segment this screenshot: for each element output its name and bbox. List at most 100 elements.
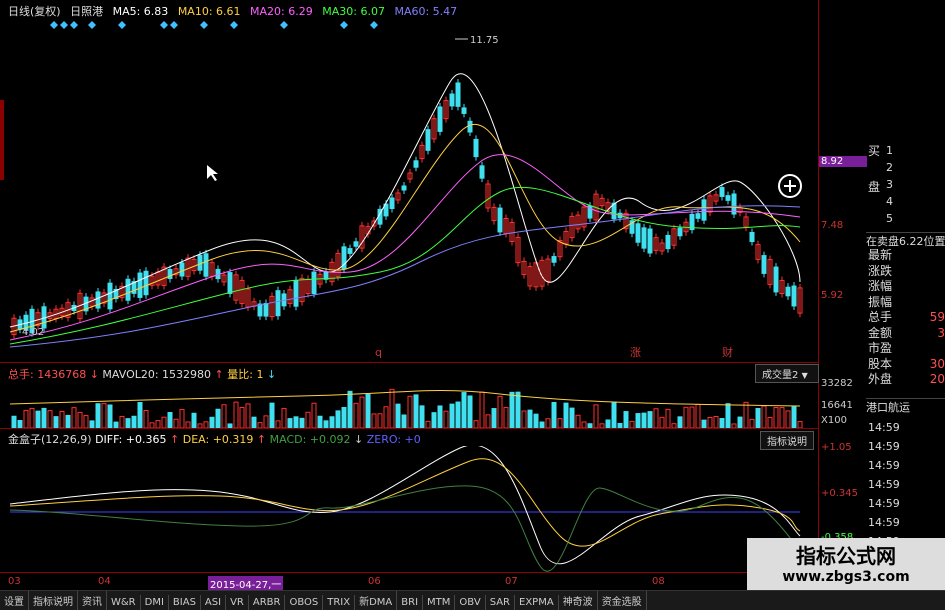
volume-bar bbox=[359, 396, 365, 428]
candle-body bbox=[293, 279, 299, 307]
macd-diff: DIFF: +0.365 bbox=[95, 433, 167, 446]
date-axis: 03 04 2015-04-27,一 06 07 08 bbox=[0, 576, 818, 591]
candle-body bbox=[179, 262, 185, 277]
indicator-tab[interactable]: 指标说明 bbox=[29, 591, 78, 610]
trade-time: 14:59 bbox=[868, 421, 900, 434]
volume-bar bbox=[593, 404, 599, 428]
volume-bar bbox=[551, 401, 557, 428]
volume-bar bbox=[227, 423, 233, 428]
volume-bar bbox=[737, 416, 743, 428]
volume-bar bbox=[443, 410, 449, 428]
volume-bar bbox=[779, 407, 785, 428]
candle-body bbox=[551, 256, 557, 263]
indicator-tab[interactable]: DMI bbox=[141, 595, 169, 610]
quote-row-label: 涨跌 bbox=[868, 263, 893, 278]
quote-row-value: 3 bbox=[937, 325, 945, 340]
volume-bar bbox=[797, 420, 803, 428]
quote-row-value: 20 bbox=[929, 372, 945, 386]
indicator-tab[interactable]: OBOS bbox=[285, 595, 324, 610]
volume-bar bbox=[293, 416, 299, 428]
date-label-08: 08 bbox=[652, 576, 665, 587]
volume-bar bbox=[479, 391, 485, 428]
quote-row-label: 总手 bbox=[868, 310, 893, 324]
indicator-tab[interactable]: BRI bbox=[397, 595, 424, 610]
volume-bar bbox=[617, 422, 623, 428]
quote-row-label: 股本 bbox=[868, 356, 893, 371]
candle-body bbox=[353, 241, 359, 247]
candle-body bbox=[761, 255, 767, 274]
indicator-tab[interactable]: 神奇波 bbox=[559, 591, 598, 610]
quote-row-label: 涨幅 bbox=[868, 279, 893, 293]
indicator-tab[interactable]: 资金选股 bbox=[598, 591, 647, 610]
candle-body bbox=[137, 272, 143, 298]
candle-body bbox=[647, 228, 653, 254]
price-axis-label-low: 5.92 bbox=[821, 290, 844, 301]
volume-bar bbox=[773, 406, 779, 428]
volume-bar bbox=[689, 406, 695, 428]
volume-bar bbox=[11, 415, 17, 428]
volume-bar bbox=[245, 403, 251, 428]
event-marker-q: q bbox=[375, 346, 382, 359]
macd-signal-line bbox=[9, 485, 801, 572]
mavol-line bbox=[9, 390, 801, 407]
volume-bar bbox=[77, 411, 83, 428]
indicator-tab[interactable]: SAR bbox=[486, 595, 516, 610]
indicator-tab[interactable]: OBV bbox=[455, 595, 486, 610]
volume-bar bbox=[749, 418, 755, 428]
indicator-tab[interactable]: 资讯 bbox=[78, 591, 107, 610]
date-label-03: 03 bbox=[8, 576, 21, 587]
cursor-date-label: 2015-04-27,一 bbox=[208, 576, 284, 591]
volume-bar bbox=[83, 415, 89, 428]
indicator-tab[interactable]: 设置 bbox=[0, 591, 29, 610]
volume-bar bbox=[461, 392, 467, 428]
high-price-label: 11.75 bbox=[470, 35, 499, 46]
event-marker-finance: 财 bbox=[722, 345, 733, 359]
trade-time: 14:59 bbox=[868, 440, 900, 453]
indicator-tab[interactable]: BIAS bbox=[169, 595, 201, 610]
volume-bar bbox=[251, 416, 257, 428]
candle-body bbox=[497, 207, 503, 233]
volume-bar bbox=[767, 417, 773, 428]
candle-body bbox=[449, 93, 455, 107]
volume-bar bbox=[263, 415, 269, 428]
sector-label[interactable]: 港口航运 bbox=[866, 398, 945, 415]
indicator-tab[interactable]: 新DMA bbox=[355, 591, 398, 610]
price-axis-label-high: 8.92 bbox=[819, 156, 867, 167]
vol-axis-mid: 16641 bbox=[821, 400, 853, 411]
candle-body bbox=[257, 303, 263, 317]
volume-bar bbox=[95, 403, 101, 428]
ma10-label: MA10: 6.61 bbox=[177, 5, 241, 18]
candle-body bbox=[479, 165, 485, 179]
candle-body bbox=[203, 253, 209, 277]
indicator-tab[interactable]: EXPMA bbox=[515, 595, 559, 610]
indicator-tab[interactable]: ARBR bbox=[249, 595, 286, 610]
volume-bar bbox=[755, 408, 761, 428]
diff-line bbox=[9, 446, 801, 565]
indicator-tab[interactable]: W&R bbox=[107, 595, 141, 610]
volume-bar bbox=[107, 404, 113, 428]
period-label[interactable]: 日线(复权) bbox=[8, 5, 61, 18]
volume-bar bbox=[731, 423, 737, 428]
indicator-tab[interactable]: ASI bbox=[201, 595, 227, 610]
macd-name: 金盒子(12,26,9) bbox=[8, 433, 92, 446]
macd-axis-top: +1.05 bbox=[821, 442, 852, 453]
candle-body bbox=[701, 199, 707, 221]
mouse-cursor-icon bbox=[207, 165, 218, 181]
candle-body bbox=[311, 271, 317, 295]
volume-bar bbox=[677, 416, 683, 428]
volume-bar bbox=[155, 420, 161, 428]
volume-bar bbox=[455, 401, 461, 428]
quote-panel: 买 盘 12345 在卖盘6.22位置 最新 涨跌 涨幅 振幅 总手 59 金额 3 市盈 股本 3… bbox=[866, 140, 945, 590]
candle-body bbox=[749, 231, 755, 243]
quote-row-label: 金额 bbox=[868, 325, 893, 340]
volume-bar bbox=[527, 409, 533, 428]
volume-bar bbox=[209, 416, 215, 428]
volume-bar bbox=[119, 415, 125, 428]
ma-header: 日线(复权) 日照港 MA5: 6.83 MA10: 6.61 MA20: 6.… bbox=[8, 3, 463, 19]
indicator-tab[interactable]: MTM bbox=[423, 595, 456, 610]
price-chart[interactable]: 11.75 4.02 q 涨 财 bbox=[0, 22, 818, 362]
volume-bar bbox=[671, 423, 677, 428]
indicator-tab[interactable]: TRIX bbox=[323, 595, 356, 610]
candle-body bbox=[677, 227, 683, 237]
indicator-tab[interactable]: VR bbox=[226, 595, 249, 610]
